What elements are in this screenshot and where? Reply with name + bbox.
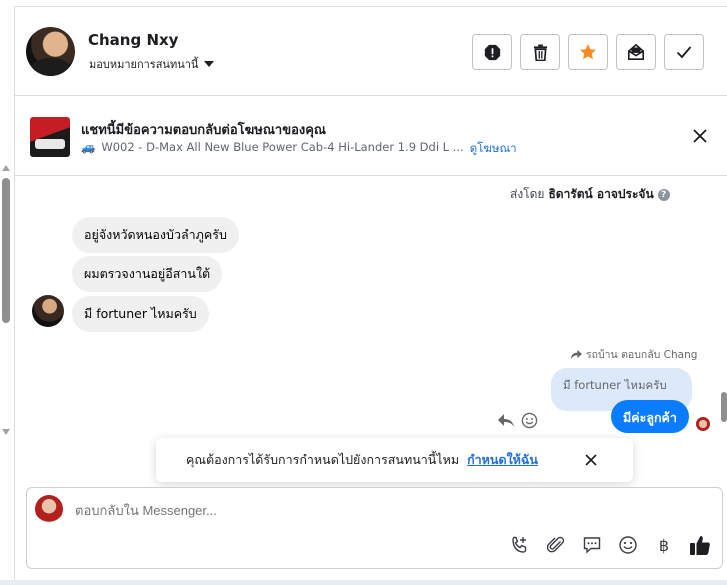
reply-input[interactable] (75, 503, 575, 518)
outgoing-message[interactable]: มีค่ะลูกค้า (611, 400, 689, 433)
reply-arrow-icon (571, 349, 582, 360)
emoji-reaction-icon[interactable] (521, 412, 538, 429)
message-tools (497, 412, 538, 429)
assign-toast: คุณต้องการได้รับการกำหนดไปยังการสนทนานี้… (156, 438, 633, 482)
seen-avatar (696, 417, 710, 431)
smiley-icon (619, 536, 637, 554)
star-button[interactable] (568, 34, 608, 70)
star-icon (580, 44, 596, 60)
ad-name: W002 - D-Max All New Blue Power Cab-4 Hi… (101, 140, 464, 154)
alert-icon (484, 44, 500, 60)
sent-by-label: ส่งโดย ธิดารัตน์ อาจประจัน ? (510, 185, 670, 204)
chat-bubble-icon (583, 537, 601, 554)
mark-unread-icon (627, 43, 645, 61)
call-button[interactable] (509, 534, 531, 556)
scrollbar-right[interactable] (721, 392, 727, 422)
like-button[interactable] (689, 534, 711, 556)
emoji-button[interactable] (617, 534, 639, 556)
phone-plus-icon (512, 536, 527, 553)
trash-icon (533, 44, 547, 61)
mark-spam-button[interactable] (472, 34, 512, 70)
chevron-down-icon (204, 61, 215, 67)
bottom-border (0, 580, 727, 585)
page-avatar (35, 495, 63, 523)
delete-button[interactable] (520, 34, 560, 70)
contact-avatar-small (32, 295, 64, 327)
scroll-down-arrow[interactable] (2, 429, 10, 435)
assign-dropdown[interactable]: มอบหมายการสนทนานี้ (89, 55, 215, 73)
incoming-message[interactable]: ผมตรวจงานอยู่อีสานใต้ (72, 256, 223, 292)
check-icon (676, 46, 692, 59)
payment-button[interactable]: ฿ (653, 534, 675, 556)
assign-label: มอบหมายการสนทนานี้ (89, 58, 199, 71)
scrollbar[interactable] (0, 165, 12, 435)
contact-avatar[interactable] (26, 27, 75, 76)
ad-reply-banner: แชทนี้มีข้อความตอบกลับต่อโฆษณาของคุณ 🚙 W… (15, 96, 727, 176)
ad-banner-title: แชทนี้มีข้อความตอบกลับต่อโฆษณาของคุณ (81, 123, 326, 138)
toast-text: คุณต้องการได้รับการกำหนดไปยังการสนทนานี้… (186, 452, 460, 467)
close-icon (693, 129, 707, 143)
ad-thumbnail[interactable] (30, 117, 70, 157)
incoming-message[interactable]: มี fortuner ไหมครับ (72, 296, 209, 332)
toast-close-button[interactable] (581, 450, 601, 470)
attach-button[interactable] (545, 534, 567, 556)
ad-details: 🚙 W002 - D-Max All New Blue Power Cab-4 … (81, 140, 517, 158)
contact-name[interactable]: Chang Nxy (88, 31, 178, 49)
baht-icon: ฿ (658, 535, 670, 555)
mark-done-button[interactable] (664, 34, 704, 70)
paperclip-icon (546, 536, 565, 553)
mark-unread-button[interactable] (616, 34, 656, 70)
sent-by-prefix: ส่งโดย (510, 187, 545, 201)
reply-meta: รถบ้าน ตอบกลับ Chang (570, 346, 697, 363)
header-actions (472, 34, 704, 70)
thumbs-up-icon (690, 536, 710, 555)
view-ad-link[interactable]: ดูโฆษณา (470, 140, 517, 158)
assign-to-me-link[interactable]: กำหนดให้ฉัน (467, 450, 538, 470)
close-banner-button[interactable] (690, 126, 710, 146)
reply-icon[interactable] (497, 413, 515, 429)
sent-by-name: ธิดารัตน์ อาจประจัน (548, 187, 654, 201)
reply-meta-text: รถบ้าน ตอบกลับ Chang (586, 349, 698, 361)
incoming-message[interactable]: อยู่จังหวัดหนองบัวลำภูครับ (72, 217, 239, 253)
car-icon: 🚙 (81, 140, 96, 154)
conversation-header: Chang Nxy มอบหมายการสนทนานี้ (15, 7, 727, 96)
help-icon[interactable]: ? (657, 188, 670, 201)
saved-replies-button[interactable] (581, 534, 603, 556)
composer-toolbar: ฿ (509, 534, 711, 556)
scroll-thumb[interactable] (2, 178, 10, 323)
message-composer: ฿ (26, 487, 723, 569)
scroll-up-arrow[interactable] (2, 165, 10, 171)
close-icon (585, 454, 597, 466)
